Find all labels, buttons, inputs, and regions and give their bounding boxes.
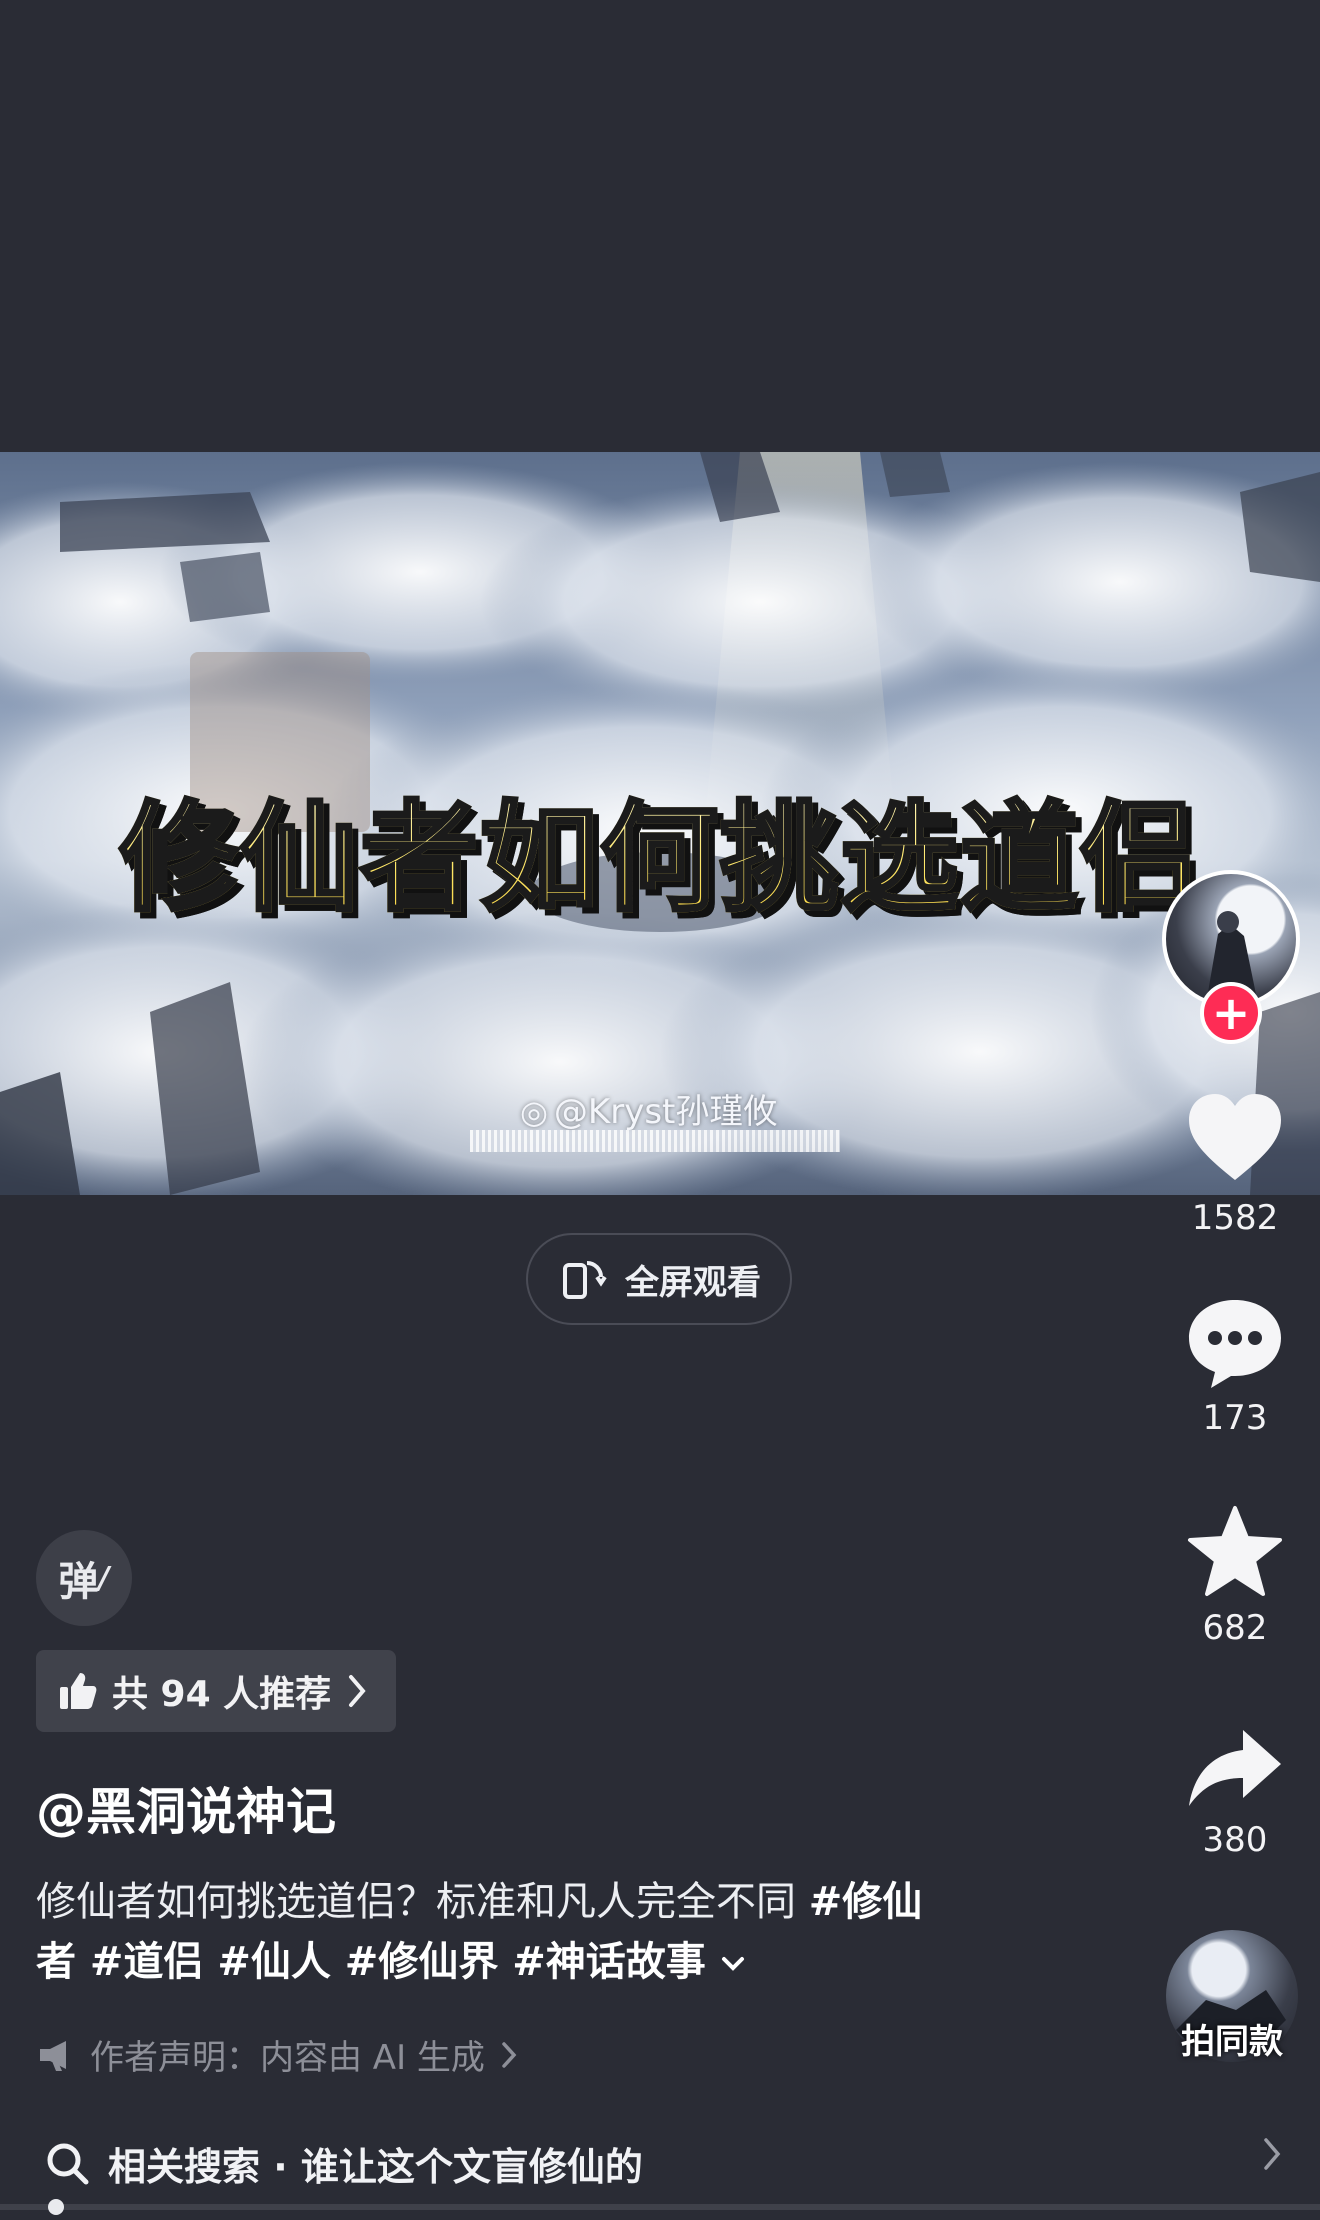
thumbs-up-icon [60,1673,97,1709]
search-icon [47,2143,89,2185]
follow-button[interactable]: + [1200,982,1262,1044]
video-player[interactable]: 修仙者如何挑选道侣 ◎ @Kryst孙瑾攸 [0,452,1320,1195]
recommend-bar[interactable]: 共 94 人推荐 [36,1650,396,1732]
recommend-text: 共 94 人推荐 [112,1674,332,1715]
related-search-bar[interactable]: 相关搜索 · 谁让这个文盲修仙的 [0,2118,1320,2208]
fullscreen-label: 全屏观看 [625,1262,761,1303]
author-declaration[interactable]: 作者声明：内容由 AI 生成 [36,2030,519,2079]
hashtags-line2[interactable]: 者 #道侣 #仙人 #修仙界 #神话故事 [36,1939,706,1985]
chevron-right-icon[interactable] [1260,2136,1284,2172]
video-overlay-title: 修仙者如何挑选道侣 [0,762,1320,933]
weibo-icon: ◎ [520,1093,548,1131]
comment-count: 173 [1202,1398,1268,1438]
share-count: 380 [1202,1820,1268,1860]
danmaku-slash-icon: / [98,1560,110,1596]
chevron-right-icon [349,1675,366,1707]
comment-button[interactable]: 173 [1160,1296,1310,1438]
playback-progress-track[interactable] [0,2204,1320,2210]
favorite-count: 682 [1202,1608,1268,1648]
comment-icon [1189,1300,1281,1388]
favorite-button[interactable]: 682 [1160,1504,1310,1648]
fullscreen-button[interactable]: 全屏观看 [526,1233,792,1325]
author-name[interactable]: @黑洞说神记 [36,1772,336,1844]
watermark-text: @Kryst孙瑾攸 [553,1092,778,1132]
description-text: 修仙者如何挑选道侣？标准和凡人完全不同 [36,1879,796,1925]
hashtags-line1[interactable]: #修仙 [809,1879,923,1925]
related-search-text: 相关搜索 · 谁让这个文盲修仙的 [108,2144,643,2189]
declaration-text: 作者声明：内容由 AI 生成 [90,2038,485,2078]
megaphone-icon [40,2040,66,2071]
share-button[interactable]: 380 [1160,1726,1310,1860]
star-icon [1188,1506,1282,1596]
heart-icon [1189,1094,1281,1180]
watermark-bar [470,1130,840,1152]
chevron-right-icon [502,2041,517,2068]
like-count: 1582 [1191,1198,1279,1238]
share-arrow-icon [1189,1730,1281,1806]
danmaku-label: 弹 [58,1559,99,1605]
same-style-label[interactable]: 拍同款 [1160,2014,1304,2063]
like-button[interactable]: 1582 [1160,1092,1310,1238]
expand-chevron-icon[interactable] [718,1952,748,1976]
rotate-screen-icon [563,1261,607,1299]
video-watermark: ◎ @Kryst孙瑾攸 [520,1084,777,1133]
playback-progress-handle[interactable] [48,2199,64,2215]
danmaku-toggle[interactable]: 弹 / [36,1530,132,1626]
post-description: 修仙者如何挑选道侣？标准和凡人完全不同 #修仙 者 #道侣 #仙人 #修仙界 #… [36,1872,1016,1992]
